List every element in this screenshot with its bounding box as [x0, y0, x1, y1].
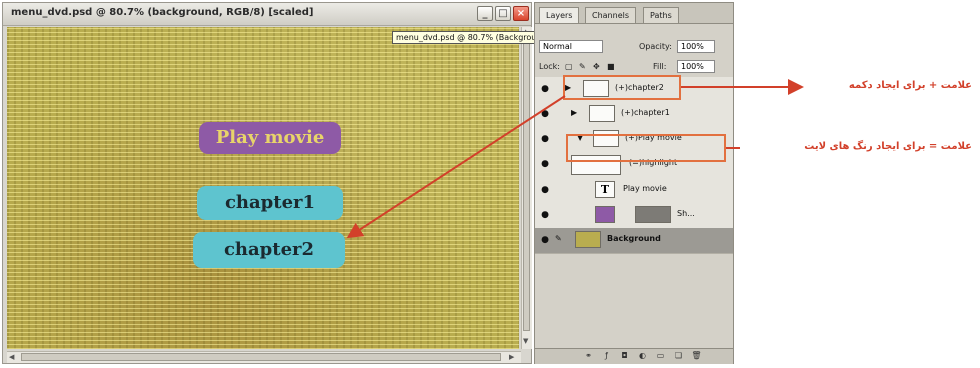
annotation-arrows: [346, 79, 804, 239]
annotation-plus: علامت + برای ایجاد دکمه: [848, 80, 972, 91]
arrow-to-chapter2: [346, 95, 566, 239]
annotation-equals: علامت = برای ایجاد رنگ های لایت: [804, 141, 972, 152]
